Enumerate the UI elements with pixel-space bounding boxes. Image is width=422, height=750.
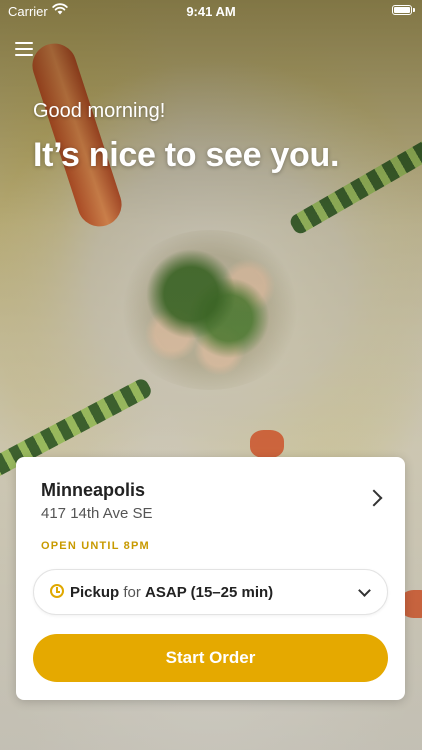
headline-text: It’s nice to see you. [33,136,340,174]
pickup-connector: for [123,584,141,601]
greeting-text: Good morning! [33,100,166,122]
battery-icon [392,5,415,15]
order-card: Minneapolis 417 14th Ave SE OPEN UNTIL 8… [16,457,405,700]
clock-time: 9:41 AM [186,4,236,19]
clock-icon [50,584,64,598]
home-screen: Carrier 9:41 AM Good morning! It’s nice … [0,0,422,750]
chevron-down-icon [358,584,371,597]
location-address: 417 14th Ave SE [41,505,153,522]
pickup-time: ASAP (15–25 min) [145,584,274,601]
pickup-summary: Pickup for ASAP (15–25 min) [70,584,273,601]
pickup-time-selector[interactable]: Pickup for ASAP (15–25 min) [33,569,388,615]
pickup-mode: Pickup [70,584,120,601]
location-selector[interactable]: Minneapolis 417 14th Ave SE [16,457,405,537]
start-order-button[interactable]: Start Order [33,634,388,682]
chevron-right-icon [365,489,383,507]
hamburger-menu-icon[interactable] [15,40,35,56]
location-name: Minneapolis [41,480,146,500]
status-bar: Carrier 9:41 AM [0,0,422,22]
open-status-label: OPEN UNTIL 8PM [41,540,150,552]
